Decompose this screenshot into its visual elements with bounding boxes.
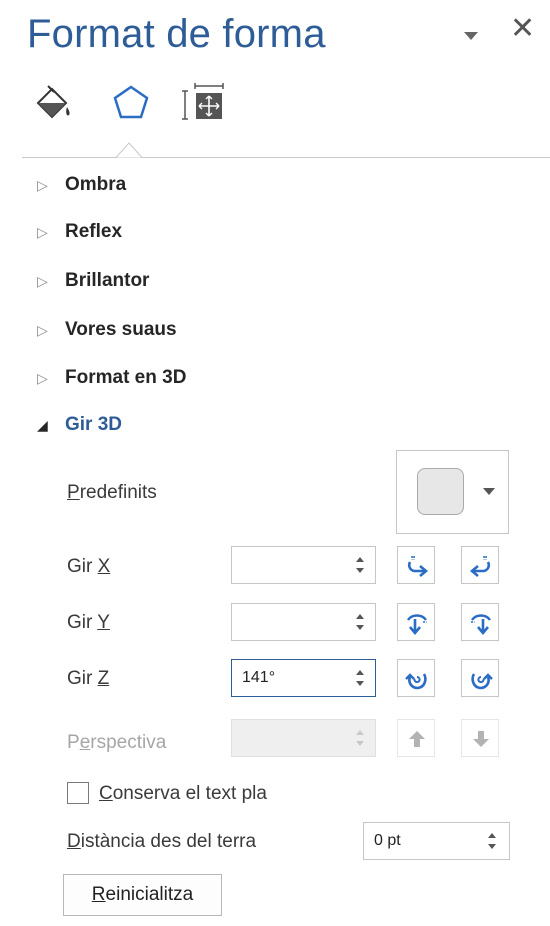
collapse-arrow-icon: ◢ — [37, 417, 48, 433]
presets-label: Predefinits — [67, 482, 157, 503]
y-rotate-up-button[interactable] — [397, 603, 435, 641]
reset-button[interactable]: Reinicialitza — [63, 874, 222, 916]
rotate-z-right-icon — [471, 673, 493, 690]
perspective-input — [231, 719, 376, 757]
spinner-arrows-icon[interactable] — [355, 553, 365, 577]
perspective-increase-button — [397, 719, 435, 757]
spinner-arrows-icon — [356, 730, 364, 746]
preset-swatch — [417, 468, 464, 515]
perspective-decrease-button — [461, 719, 499, 757]
perspective-label: Perspectiva — [67, 732, 167, 753]
section-label: Vores suaus — [65, 319, 177, 340]
x-rotate-left-button[interactable] — [397, 546, 435, 584]
expand-arrow-icon: ▷ — [37, 322, 48, 338]
close-icon[interactable]: ✕ — [510, 14, 535, 44]
paint-bucket-icon[interactable] — [34, 83, 74, 123]
z-rotation-input[interactable]: 141° — [231, 659, 376, 697]
x-rotation-label: Gir X — [67, 556, 111, 577]
section-3d-rotation[interactable]: ◢ Gir 3D — [37, 414, 122, 436]
rotate-y-down-icon — [471, 614, 491, 636]
expand-arrow-icon: ▷ — [37, 370, 48, 386]
pentagon-icon[interactable] — [110, 83, 152, 123]
section-label: Reflex — [65, 221, 123, 242]
y-rotate-down-button[interactable] — [461, 603, 499, 641]
size-properties-icon[interactable] — [182, 83, 226, 123]
spinner-arrows-icon[interactable] — [355, 666, 365, 690]
spinner-arrows-icon[interactable] — [487, 829, 497, 853]
rotate-x-right-icon — [469, 556, 491, 577]
arrow-up-icon — [409, 731, 425, 747]
y-rotation-label: Gir Y — [67, 612, 110, 633]
distance-input[interactable]: 0 pt — [363, 822, 510, 860]
z-rotate-left-button[interactable] — [397, 659, 435, 697]
keep-text-flat-checkbox[interactable] — [67, 782, 89, 804]
arrow-down-icon — [473, 731, 489, 747]
rotate-y-up-icon — [407, 614, 427, 636]
presets-dropdown[interactable] — [396, 450, 509, 534]
expand-arrow-icon: ▷ — [37, 177, 48, 193]
section-label: Brillantor — [65, 270, 150, 291]
section-reflection[interactable]: ▷ Reflex — [37, 221, 122, 243]
section-shadow[interactable]: ▷ Ombra — [37, 174, 126, 196]
section-label: Gir 3D — [65, 414, 123, 435]
pane-title: Format de forma — [27, 12, 326, 56]
section-soft-edges[interactable]: ▷ Vores suaus — [37, 319, 177, 341]
expand-arrow-icon: ▷ — [37, 224, 48, 240]
y-rotation-input[interactable] — [231, 603, 376, 641]
z-rotate-right-button[interactable] — [461, 659, 499, 697]
spinner-arrows-icon[interactable] — [355, 610, 365, 634]
z-rotation-label: Gir Z — [67, 668, 110, 689]
chevron-down-icon[interactable] — [462, 30, 480, 42]
chevron-down-icon — [483, 488, 495, 495]
section-label: Format en 3D — [65, 367, 187, 388]
rotate-z-left-icon — [405, 673, 427, 690]
x-rotate-right-button[interactable] — [461, 546, 499, 584]
x-rotation-input[interactable] — [231, 546, 376, 584]
expand-arrow-icon: ▷ — [37, 273, 48, 289]
distance-label: Distància des del terra — [67, 831, 257, 852]
section-3d-format[interactable]: ▷ Format en 3D — [37, 367, 186, 389]
section-glow[interactable]: ▷ Brillantor — [37, 270, 149, 292]
selected-tab-indicator — [116, 142, 142, 158]
tab-divider — [22, 157, 550, 158]
section-label: Ombra — [65, 174, 127, 195]
keep-text-flat-label: Conserva el text pla — [99, 783, 267, 804]
rotate-x-left-icon — [407, 556, 429, 577]
